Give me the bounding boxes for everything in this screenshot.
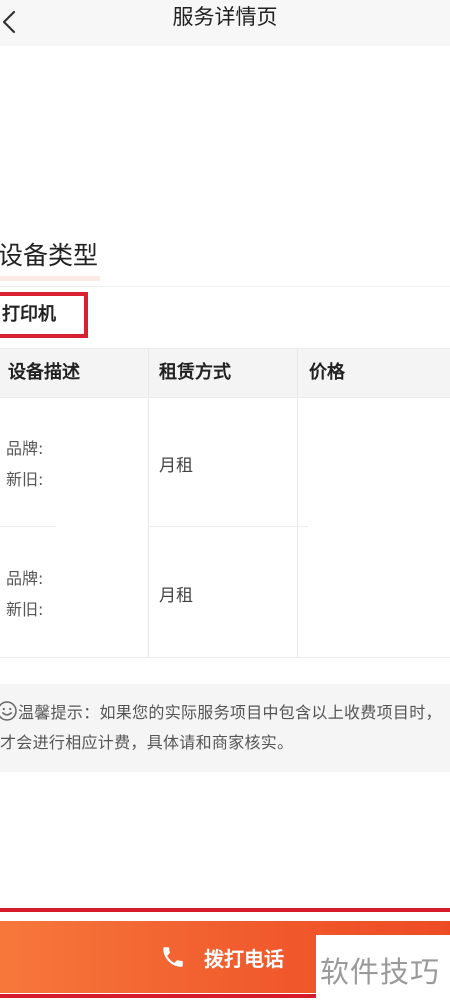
condition-label: 新旧: <box>6 600 44 619</box>
row-divider <box>148 526 308 527</box>
divider <box>0 286 450 287</box>
brand-label: 品牌: <box>6 569 44 588</box>
column-header-price: 价格 <box>309 362 345 383</box>
page-title: 服务详情页 <box>172 5 278 29</box>
rental-method-value: 月租 <box>159 456 193 476</box>
column-divider <box>297 349 298 657</box>
column-header-description: 设备描述 <box>8 362 80 383</box>
call-button-label: 拨打电话 <box>204 946 284 971</box>
price-table: 设备描述 租赁方式 价格 品牌: 新旧: 月租 品牌: 新旧: 月租 <box>0 348 450 658</box>
row-divider <box>0 526 56 527</box>
watermark: 软件技巧 <box>316 935 450 1001</box>
row-divider <box>0 397 450 398</box>
device-type-label: 打印机 <box>0 292 88 338</box>
tip-box: 温馨提示：如果您的实际服务项目中包含以上收费项目时，才会进行相应计费，具体请和商… <box>0 684 450 772</box>
section-title: 设备类型 <box>0 234 101 281</box>
rental-method-value: 月租 <box>159 586 193 606</box>
top-bar: 服务详情页 <box>0 0 450 46</box>
column-header-rental-method: 租赁方式 <box>159 362 231 383</box>
brand-label: 品牌: <box>6 439 44 458</box>
table-header: 设备描述 租赁方式 价格 <box>0 349 450 397</box>
tip-text: 温馨提示：如果您的实际服务项目中包含以上收费项目时，才会进行相应计费，具体请和商… <box>0 703 442 752</box>
watermark-text: 软件技巧 <box>320 955 441 989</box>
highlight-border-top <box>0 908 450 912</box>
phone-icon <box>163 947 183 967</box>
condition-label: 新旧: <box>6 470 44 489</box>
column-divider <box>148 349 149 657</box>
